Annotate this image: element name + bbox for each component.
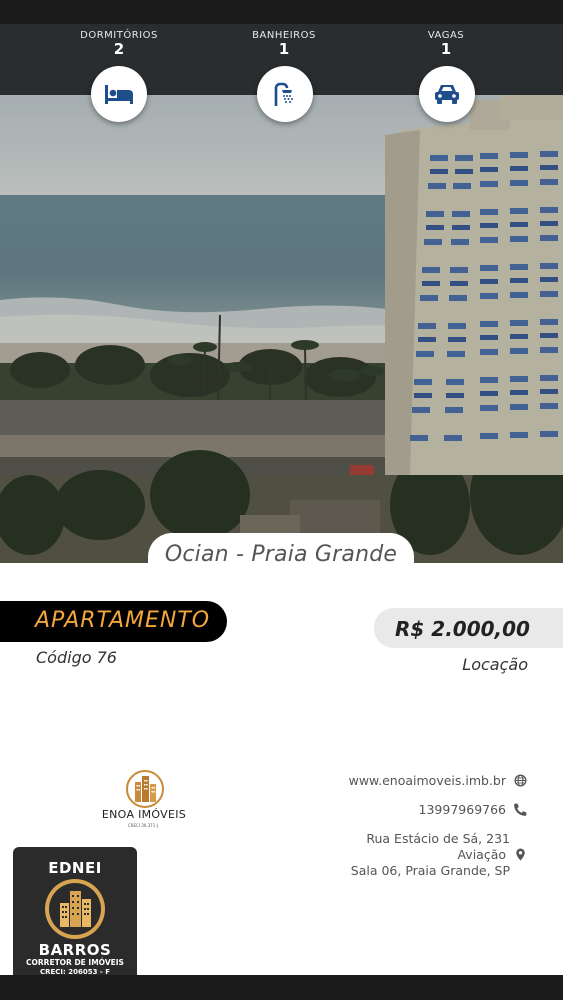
map-pin-icon bbox=[516, 848, 525, 861]
top-bar bbox=[0, 0, 563, 24]
price: R$ 2.000,00 bbox=[395, 617, 530, 641]
stat-parking-value: 1 bbox=[440, 40, 452, 58]
website-row[interactable]: www.enoaimoveis.imb.br bbox=[349, 773, 527, 789]
address-line-2: Aviação bbox=[457, 847, 507, 862]
stat-bathrooms: BANHEIROS 1 bbox=[224, 30, 344, 57]
property-type: APARTAMENTO bbox=[35, 608, 211, 633]
agency-name: ENOA IMÓVEIS bbox=[101, 808, 187, 821]
property-flyer: DORMITÓRIOS 2 BANHEIROS 1 VAGAS 1 Ocian … bbox=[0, 0, 563, 1000]
bottom-bar bbox=[0, 975, 563, 1000]
stat-parking: VAGAS 1 bbox=[386, 30, 506, 57]
stat-bathrooms-value: 1 bbox=[278, 40, 290, 58]
location-label: Ocian - Praia Grande bbox=[164, 542, 398, 567]
address-line-1: Rua Estácio de Sá, 231 bbox=[366, 831, 510, 846]
shower-icon bbox=[257, 66, 313, 122]
phone-icon bbox=[514, 803, 527, 816]
property-code: Código 76 bbox=[36, 648, 117, 667]
stat-bedrooms-value: 2 bbox=[113, 40, 125, 58]
address-line-2-row: Aviação bbox=[351, 847, 527, 863]
broker-emblem-icon bbox=[45, 879, 105, 939]
address-line-3: Sala 06, Praia Grande, SP bbox=[350, 863, 510, 878]
deal-type: Locação bbox=[462, 655, 528, 674]
broker-last-name: BARROS bbox=[38, 941, 112, 959]
phone-row[interactable]: 13997969766 bbox=[419, 802, 527, 818]
website-text[interactable]: www.enoaimoveis.imb.br bbox=[349, 773, 506, 788]
stat-bedrooms: DORMITÓRIOS 2 bbox=[59, 30, 179, 57]
property-photo bbox=[0, 95, 563, 563]
address-block: Rua Estácio de Sá, 231 Aviação Sala 06, … bbox=[351, 831, 527, 879]
property-type-badge: APARTAMENTO bbox=[0, 601, 227, 642]
bed-icon bbox=[91, 66, 147, 122]
agency-tagline: CRECI 30.371-J bbox=[127, 823, 159, 828]
price-badge: R$ 2.000,00 bbox=[374, 608, 563, 648]
broker-role: CORRETOR DE IMÓVEIS bbox=[26, 958, 124, 967]
broker-card: EDNEI BARROS CORRETOR DE IMÓVEIS CRECI: bbox=[13, 847, 137, 987]
globe-icon bbox=[514, 774, 527, 787]
car-icon bbox=[419, 66, 475, 122]
phone-text[interactable]: 13997969766 bbox=[419, 802, 506, 817]
location-tab: Ocian - Praia Grande bbox=[148, 533, 414, 577]
agency-logo bbox=[100, 770, 190, 830]
broker-first-name: EDNEI bbox=[48, 859, 102, 877]
